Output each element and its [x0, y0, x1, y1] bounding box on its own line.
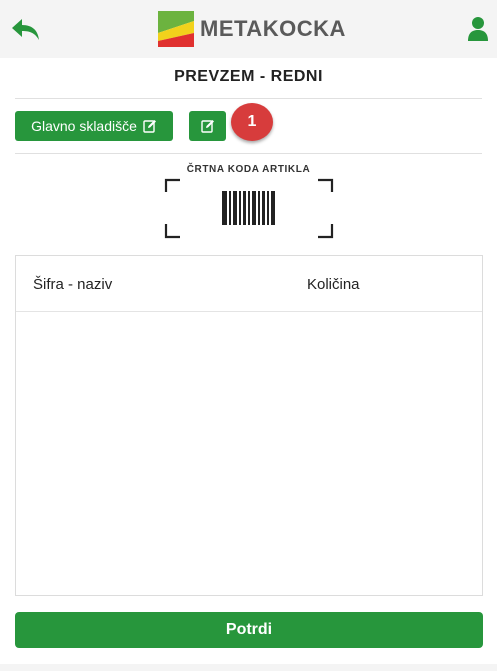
- confirm-button[interactable]: Potrdi: [15, 612, 483, 648]
- brand-name: METAKOCKA: [200, 16, 346, 41]
- warehouse-select-button[interactable]: Glavno skladišče: [15, 111, 173, 141]
- edit-icon: [143, 120, 156, 133]
- back-arrow-icon[interactable]: [10, 16, 42, 42]
- divider: [15, 98, 482, 99]
- top-bar: METAKOCKA: [0, 0, 497, 58]
- barcode-label: ČRTNA KODA ARTIKLA: [186, 164, 311, 175]
- divider: [15, 153, 482, 154]
- barcode-icon: [164, 178, 334, 239]
- edit-button[interactable]: [189, 111, 226, 141]
- column-header-code-name: Šifra - naziv: [33, 276, 113, 293]
- table-body: [16, 312, 482, 595]
- step-badge: 1: [231, 103, 273, 141]
- bottom-strip: [0, 664, 497, 671]
- edit-icon: [200, 120, 214, 133]
- brand-logo: METAKOCKA: [158, 10, 346, 48]
- warehouse-label: Glavno skladišče: [31, 118, 137, 134]
- app-screen: METAKOCKA PREVZEM - REDNI Glavno skladiš…: [0, 0, 497, 671]
- items-table: Šifra - naziv Količina: [15, 255, 483, 596]
- barcode-scan-button[interactable]: [164, 178, 334, 240]
- user-icon[interactable]: [467, 16, 489, 42]
- page-title: PREVZEM - REDNI: [174, 68, 323, 85]
- column-header-quantity: Količina: [307, 276, 360, 293]
- table-header: Šifra - naziv Količina: [16, 256, 482, 312]
- metakocka-logo-icon: [158, 11, 194, 47]
